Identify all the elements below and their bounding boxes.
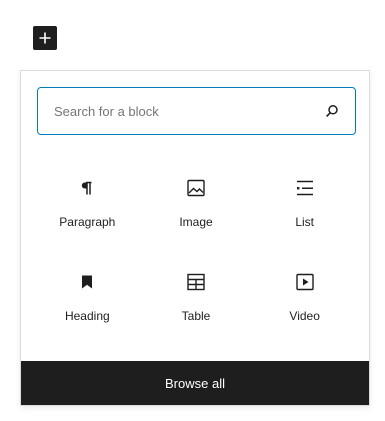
block-item-label: Video	[289, 309, 320, 323]
block-item-list[interactable]: List	[250, 166, 359, 260]
plus-icon	[39, 32, 51, 44]
block-item-table[interactable]: Table	[142, 260, 251, 354]
image-icon	[184, 176, 208, 200]
browse-all-button[interactable]: Browse all	[21, 361, 369, 405]
add-block-button[interactable]	[33, 26, 57, 50]
block-item-label: Paragraph	[59, 215, 116, 229]
search-icon[interactable]	[324, 103, 340, 119]
block-item-label: List	[295, 215, 314, 229]
block-item-label: Table	[181, 309, 211, 323]
video-icon	[293, 270, 317, 294]
block-item-paragraph[interactable]: Paragraph	[33, 166, 142, 260]
block-list: Paragraph Image List Heading Table Video	[33, 166, 359, 354]
block-inserter-popover: Paragraph Image List	[20, 70, 370, 406]
block-item-video[interactable]: Video	[250, 260, 359, 354]
block-item-image[interactable]: Image	[142, 166, 251, 260]
block-item-heading[interactable]: Heading	[33, 260, 142, 354]
table-icon	[184, 270, 208, 294]
paragraph-icon	[75, 176, 99, 200]
block-item-label: Heading	[64, 309, 110, 323]
search-box	[37, 87, 356, 135]
list-icon	[293, 176, 317, 200]
search-input[interactable]	[38, 88, 314, 134]
browse-all-label: Browse all	[165, 375, 225, 391]
bookmark-icon	[75, 270, 99, 294]
block-item-label: Image	[179, 215, 213, 229]
